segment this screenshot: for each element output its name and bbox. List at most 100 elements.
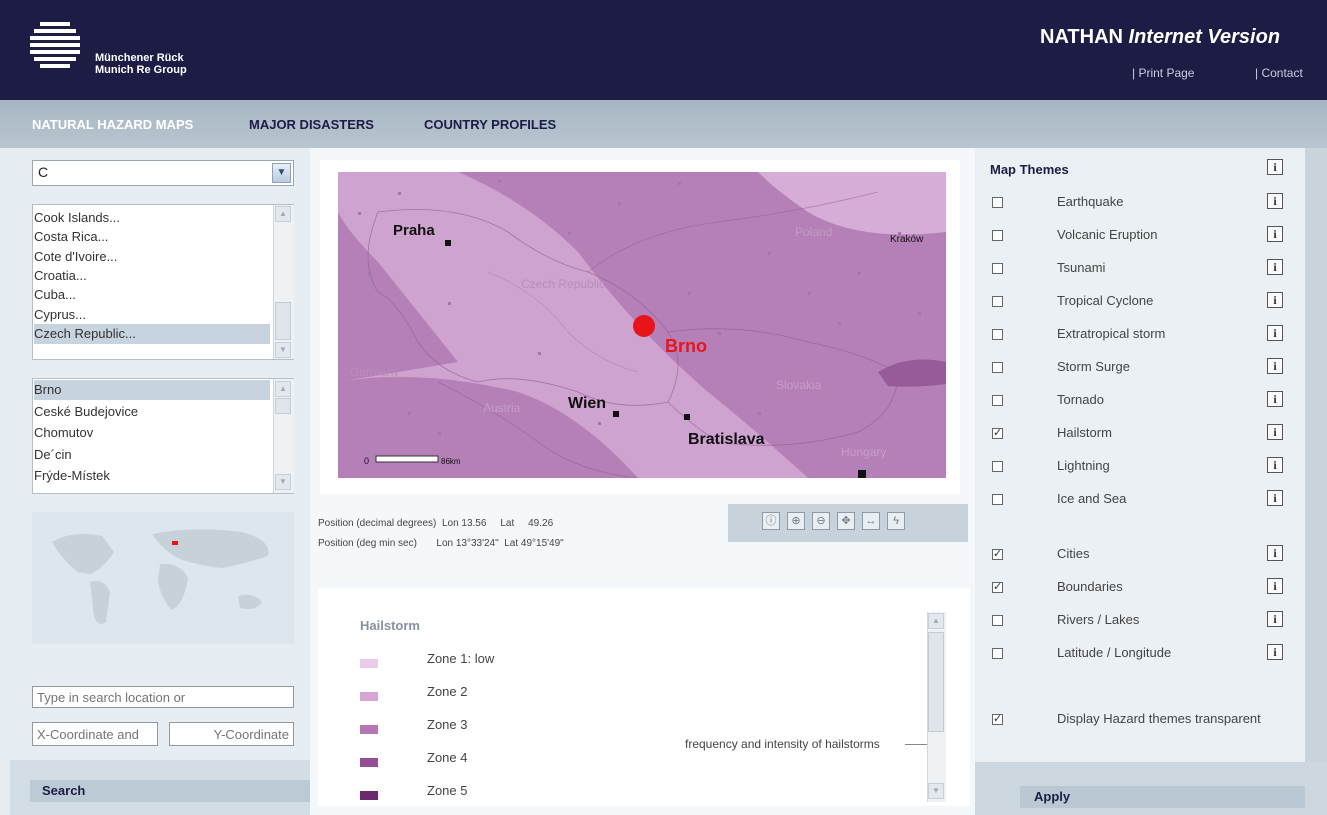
theme-checkbox[interactable] <box>992 461 1003 472</box>
city-list-item[interactable]: Frýde-Místek <box>34 466 270 486</box>
info-icon[interactable]: i <box>1267 578 1283 594</box>
scroll-up-icon[interactable]: ▲ <box>275 381 291 397</box>
info-icon[interactable]: i <box>1267 457 1283 473</box>
full-extent-icon[interactable]: ↔ <box>862 512 880 530</box>
country-list-partial-row <box>34 200 234 206</box>
legend-zone-swatch <box>360 758 378 767</box>
info-icon[interactable]: i <box>1267 325 1283 341</box>
theme-label: Tropical Cyclone <box>1057 293 1154 308</box>
theme-label: Volcanic Eruption <box>1057 227 1158 242</box>
country-list-scroll-thumb[interactable] <box>275 302 291 340</box>
country-list-item[interactable]: Croatia... <box>34 266 270 286</box>
y-coordinate-input[interactable] <box>169 722 294 746</box>
scroll-up-icon[interactable]: ▲ <box>928 613 944 629</box>
legend-scroll-thumb[interactable] <box>928 632 944 732</box>
zoom-out-icon[interactable]: ⊖ <box>812 512 830 530</box>
country-list-item[interactable]: Cote d'Ivoire... <box>34 247 270 267</box>
info-icon[interactable]: i <box>1267 545 1283 561</box>
info-icon[interactable]: i <box>1267 611 1283 627</box>
city-list-item[interactable]: Brno <box>34 380 270 400</box>
info-icon[interactable]: i <box>1267 358 1283 374</box>
map-label-poland: Poland <box>795 225 832 239</box>
scroll-down-icon[interactable]: ▼ <box>928 783 944 799</box>
map-themes-title: Map Themes <box>990 162 1069 177</box>
legend-zone-swatch <box>360 725 378 734</box>
info-icon[interactable]: i <box>1267 193 1283 209</box>
logo-text-line2: Munich Re Group <box>95 64 187 76</box>
theme-checkbox[interactable] <box>992 648 1003 659</box>
zoom-in-icon[interactable]: ⊕ <box>787 512 805 530</box>
app-title-version: Internet Version <box>1128 26 1281 48</box>
info-icon[interactable]: i <box>1267 490 1283 506</box>
map-label-krakow: Kraków <box>890 234 924 245</box>
nav-country-profiles[interactable]: COUNTRY PROFILES <box>424 117 556 132</box>
chevron-down-icon[interactable]: ▼ <box>272 163 291 183</box>
country-letter-value: C <box>38 164 49 180</box>
scroll-down-icon[interactable]: ▼ <box>275 342 291 358</box>
theme-checkbox[interactable] <box>992 362 1003 373</box>
pan-icon[interactable]: ✥ <box>837 512 855 530</box>
country-letter-select[interactable] <box>32 160 294 186</box>
theme-checkbox[interactable]: ✓ <box>992 549 1003 560</box>
info-icon[interactable]: i <box>1267 644 1283 660</box>
country-list-item[interactable]: Cyprus... <box>34 305 270 325</box>
theme-checkbox[interactable] <box>992 329 1003 340</box>
theme-checkbox[interactable] <box>992 197 1003 208</box>
search-location-input[interactable] <box>32 686 294 708</box>
map-label-czech-republic: Czech Republic <box>521 277 605 291</box>
map-label-hungary: Hungary <box>841 445 886 459</box>
theme-checkbox[interactable] <box>992 263 1003 274</box>
theme-label: Storm Surge <box>1057 359 1130 374</box>
legend-zone-swatch <box>360 659 378 668</box>
munich-re-logo <box>30 22 80 68</box>
info-icon[interactable]: i <box>1267 159 1283 175</box>
nav-major-disasters[interactable]: MAJOR DISASTERS <box>249 117 374 132</box>
info-icon[interactable]: i <box>1267 292 1283 308</box>
theme-label: Display Hazard themes transparent <box>1057 711 1261 726</box>
map-label-bratislava: Bratislava <box>688 431 765 448</box>
theme-checkbox[interactable] <box>992 494 1003 505</box>
theme-label: Cities <box>1057 546 1090 561</box>
print-page-link[interactable]: | Print Page <box>1132 66 1194 80</box>
x-coordinate-input[interactable] <box>32 722 158 746</box>
scale-start-label: 0 <box>364 456 369 466</box>
theme-label: Boundaries <box>1057 579 1123 594</box>
country-list-item[interactable]: Costa Rica... <box>34 227 270 247</box>
hazard-map[interactable]: Praha Kraków Brno Wien Bratislava Poland… <box>338 172 946 478</box>
legend-zone-label: Zone 2 <box>427 684 468 699</box>
city-list-item[interactable]: De´cin <box>34 445 270 465</box>
info-icon[interactable]: ⓘ <box>762 512 780 530</box>
info-icon[interactable]: i <box>1267 391 1283 407</box>
map-label-germany: Germany <box>350 365 399 379</box>
country-list-item[interactable]: Cook Islands... <box>34 208 270 228</box>
info-icon[interactable]: i <box>1267 226 1283 242</box>
city-list-item[interactable]: Ceské Budejovice <box>34 402 270 422</box>
city-list-item[interactable]: Chomutov <box>34 423 270 443</box>
theme-label: Extratropical storm <box>1057 326 1166 341</box>
theme-checkbox[interactable]: ✓ <box>992 582 1003 593</box>
legend-zone-swatch <box>360 692 378 701</box>
scroll-up-icon[interactable]: ▲ <box>275 206 291 222</box>
nav-natural-hazard-maps[interactable]: NATURAL HAZARD MAPS <box>32 117 193 132</box>
country-list-item[interactable]: Czech Republic... <box>34 323 270 344</box>
scale-end-label: 86km <box>441 457 461 466</box>
theme-checkbox[interactable] <box>992 395 1003 406</box>
contact-link[interactable]: | Contact <box>1255 66 1303 80</box>
theme-label: Earthquake <box>1057 194 1124 209</box>
scroll-down-icon[interactable]: ▼ <box>275 474 291 490</box>
city-list-scroll-thumb[interactable] <box>275 398 291 414</box>
info-icon[interactable]: i <box>1267 424 1283 440</box>
country-list-item[interactable]: Cuba... <box>34 285 270 305</box>
theme-checkbox[interactable]: ✓ <box>992 714 1003 725</box>
refresh-icon[interactable]: ϟ <box>887 512 905 530</box>
world-overview-map[interactable] <box>32 512 294 644</box>
theme-checkbox[interactable]: ✓ <box>992 428 1003 439</box>
map-label-wien: Wien <box>568 395 606 412</box>
theme-checkbox[interactable] <box>992 230 1003 241</box>
apply-button[interactable]: Apply <box>1020 786 1305 808</box>
theme-checkbox[interactable] <box>992 296 1003 307</box>
theme-checkbox[interactable] <box>992 615 1003 626</box>
search-button[interactable]: Search <box>30 780 310 802</box>
position-decimal-readout: Position (decimal degrees) Lon 13.56 Lat… <box>318 518 554 529</box>
info-icon[interactable]: i <box>1267 259 1283 275</box>
